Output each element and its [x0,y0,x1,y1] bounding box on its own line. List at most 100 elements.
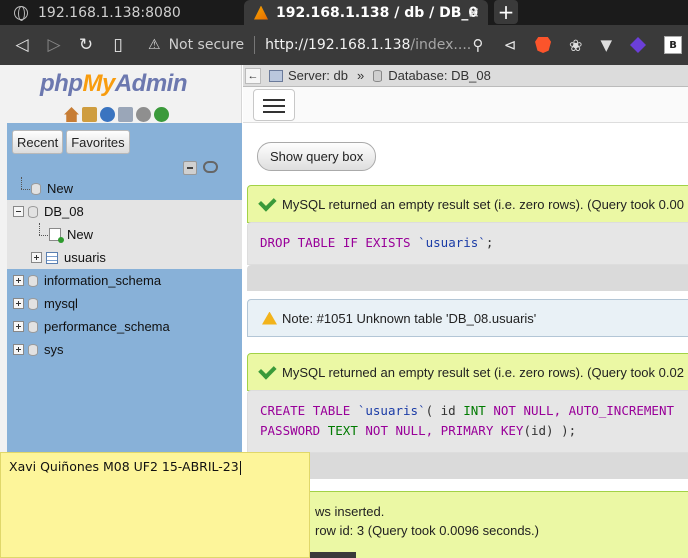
tree-item-performance-schema[interactable]: performance_schema [7,315,242,338]
extension-paw-icon[interactable]: ❀ [569,36,582,55]
tree-item-label: usuaris [64,250,106,265]
expand-icon[interactable] [13,344,24,355]
share-icon[interactable]: ⊲ [494,29,526,61]
sql-keyword: TABLE [297,235,336,250]
hamburger-menu-icon[interactable] [253,89,295,121]
sql-keyword: NOT [493,403,516,418]
expand-icon[interactable] [13,298,24,309]
sql-punct: ; [485,235,494,250]
tree-branch [13,177,31,200]
database-icon [28,320,38,333]
brave-shield-icon[interactable] [535,37,552,53]
success-check-icon [258,192,277,212]
reload-icon[interactable]: ↻ [70,29,102,61]
sql-keyword: NOT [365,423,388,438]
sql-keyword: TABLE [312,403,351,418]
home-icon[interactable] [64,107,79,122]
url-host: http://192.168.1.138 [265,37,411,53]
success-message-text: MySQL returned an empty result set (i.e.… [282,196,684,212]
sql-keyword: DROP [260,235,291,250]
collapse-icon[interactable] [13,206,24,217]
sql-keyword: PASSWORD [260,423,321,438]
help-icon[interactable] [100,107,115,122]
breadcrumb-database[interactable]: Database: DB_08 [388,68,491,83]
logout-icon[interactable] [82,107,97,122]
recent-button[interactable]: Recent [12,130,64,154]
sql-box-footer [247,265,688,291]
phpmyadmin-logo[interactable]: phpMyAdmin [40,70,188,98]
favorites-button[interactable]: Favorites [66,130,130,154]
logo-admin: Admin [114,70,188,97]
tree-item-new-database[interactable]: New [7,177,242,200]
tree-item-label: performance_schema [44,319,170,334]
expand-icon[interactable] [31,252,42,263]
address-bar[interactable]: ⚠ Not secure http://192.168.1.138 /index… [148,25,471,65]
success-message: ws inserted. row id: 3 (Query took 0.009… [247,491,688,558]
extension-v-icon[interactable]: ▼ [600,36,612,54]
insert-id-text: row id: 3 (Query took 0.0096 seconds.) [315,523,540,538]
forward-icon[interactable]: ▷ [38,29,70,61]
breadcrumb-separator: » [356,68,365,83]
globe-icon [14,5,28,21]
sql-punct: (id) [523,423,554,438]
divider [254,36,256,54]
sql-keyword: AUTO_INCREMENT [568,403,674,418]
sql-type: INT [463,403,486,418]
logo-php: php [40,70,83,97]
tree-item-usuaris[interactable]: usuaris [7,246,242,269]
zoom-icon[interactable]: ⚲ [462,29,494,61]
tree-item-new-table[interactable]: New [7,223,242,246]
collapse-all-icon[interactable] [183,161,197,175]
sql-punct: ( [425,403,434,418]
close-tab-icon[interactable]: ✕ [467,4,480,22]
bookmark-icon[interactable]: ▯ [102,29,134,61]
tree-item-mysql[interactable]: mysql [7,292,242,315]
tree-item-db08[interactable]: DB_08 [7,200,242,223]
database-icon [28,274,38,287]
sql-box-footer [247,453,688,479]
success-message: MySQL returned an empty result set (i.e.… [247,185,688,223]
text-caret [239,460,241,475]
browser-tab-2-active[interactable]: 192.168.1.138 / db / DB_0 ✕ [244,0,488,25]
database-tree: New DB_08 New usuaris information_schema [7,177,242,361]
sql-keyword: NULL, [395,423,434,438]
extension-purple-icon[interactable] [630,37,646,53]
back-icon[interactable]: ◁ [6,29,38,61]
new-tab-button[interactable]: + [494,0,518,24]
link-with-main-icon[interactable] [203,161,218,173]
sql-keyword: PRIMARY KEY [440,423,524,438]
extension-b-icon[interactable]: B [664,36,682,54]
database-icon [31,182,41,195]
reload-navigation-icon[interactable] [154,107,169,122]
sql-column: id [440,403,456,418]
sidebar-icon-row [64,107,169,122]
sql-identifier: `usuaris` [418,235,486,250]
top-menu-bar [243,87,688,123]
show-query-box-button[interactable]: Show query box [257,142,377,171]
breadcrumb: ← Server: db » Database: DB_08 [243,65,688,87]
sql-type: TEXT [327,423,358,438]
collapse-sidebar-icon[interactable]: ← [245,67,261,84]
tab-title: 192.168.1.138 / db / DB_0 [276,4,479,21]
success-message-text: MySQL returned an empty result set (i.e.… [282,364,684,380]
server-icon [269,69,283,82]
warning-icon [262,311,277,325]
tab-title: 192.168.1.138:8080 [38,4,181,21]
expand-icon[interactable] [13,275,24,286]
expand-icon[interactable] [13,321,24,332]
sticky-note[interactable]: Xavi Quiñones M08 UF2 15-ABRIL-23 [0,452,310,558]
tree-item-label: sys [44,342,64,357]
success-message: MySQL returned an empty result set (i.e.… [247,353,688,391]
breadcrumb-server[interactable]: Server: db [288,68,348,83]
browser-tab-1[interactable]: 192.168.1.138:8080 [0,0,242,25]
documentation-icon[interactable] [118,107,133,122]
tree-item-label: New [67,227,94,242]
database-icon [28,297,38,310]
tree-item-label: mysql [44,296,78,311]
tree-item-sys[interactable]: sys [7,338,242,361]
sql-keyword: NULL, [523,403,562,418]
warning-icon: ⚠ [148,37,161,53]
tree-item-information-schema[interactable]: information_schema [7,269,242,292]
gear-icon[interactable] [136,107,151,122]
taskbar-fragment [310,552,356,558]
